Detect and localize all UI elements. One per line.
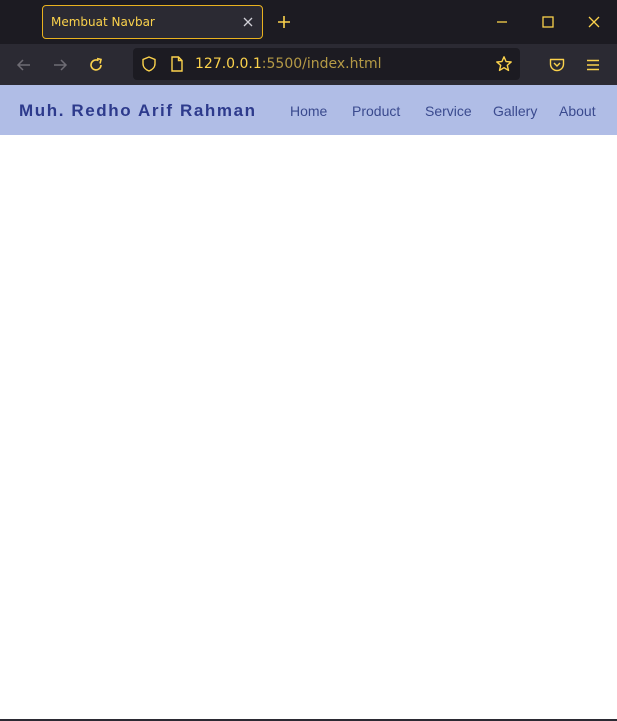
close-window-icon[interactable] (586, 14, 602, 30)
nav-link-gallery[interactable]: Gallery (493, 103, 537, 119)
browser-toolbar: 127.0.0.1:5500/index.html (0, 44, 617, 85)
nav-link-home[interactable]: Home (290, 103, 327, 119)
star-icon[interactable] (495, 55, 513, 73)
browser-titlebar: Membuat Navbar (0, 0, 617, 44)
back-arrow-icon[interactable] (15, 56, 33, 74)
url-text[interactable]: 127.0.0.1:5500/index.html (195, 56, 382, 72)
pocket-icon[interactable] (548, 56, 566, 74)
nav-link-product[interactable]: Product (352, 103, 400, 119)
nav-link-service[interactable]: Service (425, 103, 472, 119)
close-tab-icon[interactable] (240, 14, 256, 30)
maximize-icon[interactable] (540, 14, 556, 30)
reload-icon[interactable] (87, 56, 105, 74)
tab-title: Membuat Navbar (51, 15, 155, 29)
minimize-icon[interactable] (494, 14, 510, 30)
url-host: 127.0.0.1 (195, 56, 262, 72)
hamburger-icon[interactable] (584, 56, 602, 74)
site-brand[interactable]: Muh. Redho Arif Rahman (19, 101, 257, 121)
forward-arrow-icon[interactable] (51, 56, 69, 74)
url-path: :5500/index.html (261, 56, 382, 72)
page-icon (171, 56, 183, 72)
browser-tab[interactable]: Membuat Navbar (42, 5, 263, 39)
nav-link-about[interactable]: About (559, 103, 596, 119)
url-bar[interactable]: 127.0.0.1:5500/index.html (133, 48, 520, 80)
shield-icon[interactable] (140, 55, 158, 73)
site-navbar: Muh. Redho Arif Rahman Home Product Serv… (0, 85, 617, 135)
page-viewport: Muh. Redho Arif Rahman Home Product Serv… (0, 85, 617, 719)
new-tab-icon[interactable] (276, 14, 292, 30)
